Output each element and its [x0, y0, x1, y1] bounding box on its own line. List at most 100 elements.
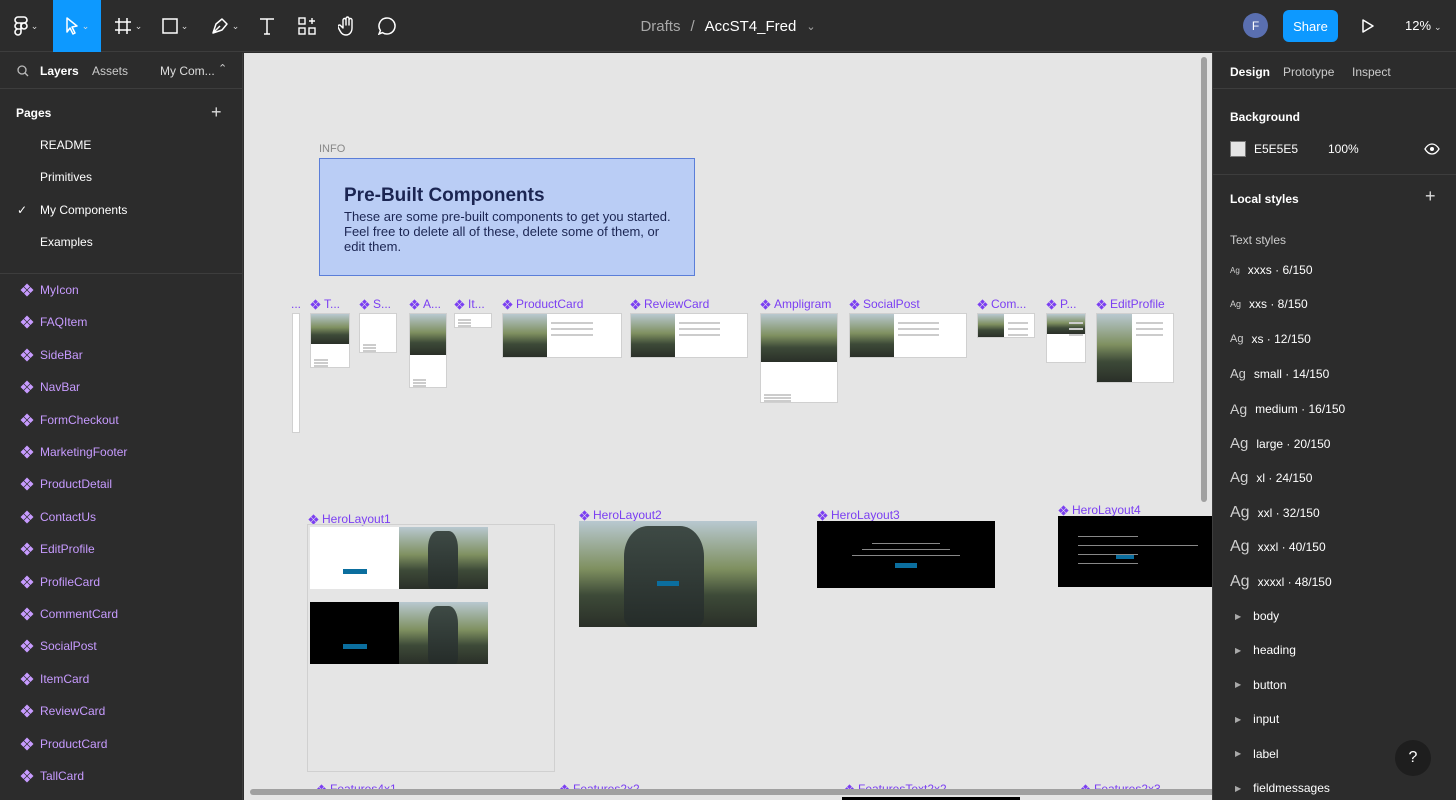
layer-productcard[interactable]: ProductCard	[20, 737, 107, 751]
text-style-item[interactable]: Ag xl · 24/150	[1230, 469, 1312, 486]
layer-sidebar[interactable]: SideBar	[20, 348, 83, 362]
layer-commentcard[interactable]: CommentCard	[20, 607, 118, 621]
hand-tool-button[interactable]	[330, 0, 364, 52]
layer-itemcard[interactable]: ItemCard	[20, 672, 89, 686]
present-button[interactable]	[1352, 0, 1384, 52]
style-group-heading[interactable]: ▶ heading	[1235, 643, 1296, 657]
help-button[interactable]: ?	[1395, 740, 1431, 776]
text-style-item[interactable]: Ag xxxxl · 48/150	[1230, 573, 1332, 591]
text-tool-button[interactable]	[250, 0, 284, 52]
text-style-item[interactable]: Ag xxs · 8/150	[1230, 297, 1308, 311]
style-group-label[interactable]: ▶ label	[1235, 747, 1279, 761]
move-tool-button[interactable]: ⌄	[53, 0, 101, 52]
component-label[interactable]: SocialPost	[849, 297, 920, 311]
tab-prototype[interactable]: Prototype	[1283, 65, 1334, 79]
eye-icon[interactable]	[1424, 143, 1440, 155]
component-frame[interactable]	[1096, 313, 1174, 383]
component-frame[interactable]	[630, 313, 748, 358]
component-label[interactable]: ProductCard	[502, 297, 583, 311]
layer-formcheckout[interactable]: FormCheckout	[20, 413, 119, 427]
component-frame[interactable]	[977, 313, 1035, 338]
file-name[interactable]: AccST4_Fred	[705, 18, 797, 35]
text-style-item[interactable]: Ag xs · 12/150	[1230, 332, 1311, 346]
layer-marketingfooter[interactable]: MarketingFooter	[20, 445, 127, 459]
component-label[interactable]: Com...	[977, 297, 1026, 311]
page-readme[interactable]: README	[40, 138, 91, 152]
component-frame[interactable]	[359, 313, 397, 353]
component-label[interactable]: ReviewCard	[630, 297, 709, 311]
page-my-components[interactable]: My Components	[40, 203, 127, 217]
hero1-frame[interactable]	[307, 524, 555, 772]
component-frame[interactable]	[502, 313, 622, 358]
text-style-item[interactable]: Ag xxxs · 6/150	[1230, 263, 1313, 277]
horizontal-scrollbar[interactable]	[250, 789, 1215, 795]
layer-profilecard[interactable]: ProfileCard	[20, 575, 100, 589]
component-label[interactable]: T...	[310, 297, 340, 311]
breadcrumb-drafts[interactable]: Drafts	[640, 18, 680, 35]
style-group-button[interactable]: ▶ button	[1235, 678, 1287, 692]
hero-primary-button[interactable]	[895, 563, 917, 568]
hero2-frame[interactable]	[579, 521, 757, 627]
frame-tool-button[interactable]: ⌄	[108, 0, 148, 52]
text-style-item[interactable]: Ag medium · 16/150	[1230, 401, 1345, 417]
component-label[interactable]: Ampligram	[760, 297, 831, 311]
component-frame[interactable]	[1046, 313, 1086, 363]
layer-reviewcard[interactable]: ReviewCard	[20, 704, 105, 718]
info-frame-label[interactable]: INFO	[319, 143, 345, 155]
layer-myicon[interactable]: MyIcon	[20, 283, 79, 297]
pen-tool-button[interactable]: ⌄	[205, 0, 245, 52]
search-icon[interactable]	[17, 65, 29, 77]
background-opacity[interactable]: 100%	[1328, 142, 1359, 156]
tab-layers[interactable]: Layers	[40, 64, 79, 78]
component-label[interactable]: It...	[454, 297, 485, 311]
component-label[interactable]: EditProfile	[1096, 297, 1165, 311]
shape-tool-button[interactable]: ⌄	[155, 0, 195, 52]
hero3-frame[interactable]	[817, 521, 995, 588]
text-style-item[interactable]: Ag large · 20/150	[1230, 435, 1330, 452]
page-examples[interactable]: Examples	[40, 235, 93, 249]
chevron-down-icon[interactable]: ⌄	[806, 20, 815, 33]
layer-editprofile[interactable]: EditProfile	[20, 542, 95, 556]
tab-inspect[interactable]: Inspect	[1352, 65, 1391, 79]
layer-contactus[interactable]: ContactUs	[20, 510, 96, 524]
component-label[interactable]: A...	[409, 297, 441, 311]
component-label[interactable]: ...	[291, 297, 301, 311]
share-button[interactable]: Share	[1283, 10, 1338, 42]
zoom-dropdown[interactable]: 12% ⌄	[1405, 18, 1442, 33]
component-frame[interactable]	[310, 313, 350, 368]
hero-primary-button[interactable]	[343, 644, 367, 649]
component-frame[interactable]	[292, 313, 300, 433]
main-menu-button[interactable]: ⌄	[0, 0, 52, 52]
component-frame[interactable]	[454, 313, 492, 328]
text-style-item[interactable]: Ag small · 14/150	[1230, 366, 1329, 381]
style-group-fieldmessages[interactable]: ▶ fieldmessages	[1235, 781, 1330, 795]
comment-tool-button[interactable]	[370, 0, 404, 52]
style-group-input[interactable]: ▶ input	[1235, 712, 1279, 726]
component-label[interactable]: P...	[1046, 297, 1076, 311]
tab-design[interactable]: Design	[1230, 65, 1270, 79]
background-hex[interactable]: E5E5E5	[1254, 142, 1298, 156]
add-page-icon[interactable]: +	[211, 102, 222, 123]
tab-assets[interactable]: Assets	[92, 64, 128, 78]
hero4-frame[interactable]	[1058, 516, 1212, 587]
hero-primary-button[interactable]	[657, 581, 679, 586]
component-label[interactable]: S...	[359, 297, 391, 311]
hero-label[interactable]: HeroLayout3	[817, 508, 900, 522]
layer-faqitem[interactable]: FAQItem	[20, 315, 87, 329]
page-primitives[interactable]: Primitives	[40, 170, 92, 184]
info-frame[interactable]: Pre-Built Components These are some pre-…	[319, 158, 695, 276]
text-style-item[interactable]: Ag xxxl · 40/150	[1230, 538, 1326, 556]
layer-productdetail[interactable]: ProductDetail	[20, 477, 112, 491]
hero-label[interactable]: HeroLayout2	[579, 508, 662, 522]
chevron-up-icon[interactable]: ⌃	[218, 62, 227, 75]
resources-button[interactable]	[290, 0, 324, 52]
vertical-scrollbar[interactable]	[1201, 57, 1207, 502]
layer-socialpost[interactable]: SocialPost	[20, 639, 97, 653]
hero-primary-button[interactable]	[343, 569, 367, 574]
component-frame[interactable]	[409, 313, 447, 388]
component-frame[interactable]	[760, 313, 838, 403]
avatar[interactable]: F	[1243, 13, 1268, 38]
background-swatch[interactable]	[1230, 141, 1246, 157]
style-group-body[interactable]: ▶ body	[1235, 609, 1279, 623]
add-style-icon[interactable]: +	[1425, 186, 1436, 207]
